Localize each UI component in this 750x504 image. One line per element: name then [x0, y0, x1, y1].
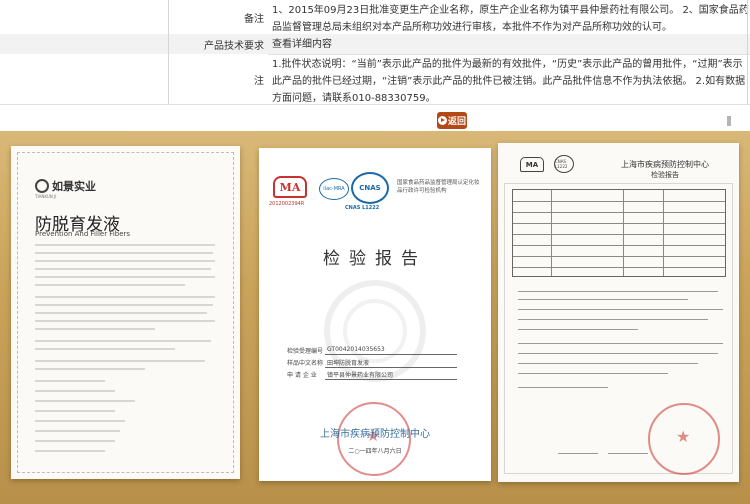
leaflet-subtitle: Prevention And Filler Fibers [35, 230, 131, 238]
text-line [35, 368, 145, 370]
table-border-right [747, 0, 748, 104]
text-line [35, 268, 211, 270]
text-line [518, 387, 608, 388]
back-button-label: 返回 [447, 117, 466, 127]
text-line [518, 329, 638, 330]
signature-line [558, 453, 598, 454]
ilac-mra-icon: ilac-MRA [319, 178, 349, 200]
brand-subname: TIANKUN JI [35, 194, 57, 199]
table-line [623, 190, 624, 276]
report-subtitle: 检验报告 [651, 171, 679, 179]
table-line [513, 212, 725, 213]
text-line [35, 348, 175, 350]
info-row-remarks: 备注 1、2015年09月23日批准变更生产企业名称，原生产企业名称为镇平县仲景… [0, 0, 750, 34]
field-label: 样品中文名称 [287, 360, 324, 367]
cnas-icon: CNAS L1222 [554, 155, 574, 173]
text-line [35, 244, 215, 246]
tech-requirements-link[interactable]: 查看详细内容 [268, 34, 750, 54]
text-line [35, 440, 115, 442]
accreditation-text: 国家食品药品监督管理局认定化妆品行政许可检验机构 [397, 180, 480, 194]
table-line [513, 267, 725, 268]
table-line [513, 245, 725, 246]
field-value: GT0042014035653 [325, 346, 457, 355]
text-line [35, 260, 215, 262]
text-line [35, 400, 135, 402]
official-seal-icon [648, 403, 720, 475]
text-line [35, 296, 215, 298]
report-title: 检验报告 [323, 249, 427, 269]
info-label-remarks: 备注 [0, 0, 268, 34]
scroll-marker [727, 116, 731, 126]
cnas-number: CNAS L1222 [345, 205, 380, 211]
back-button[interactable]: 返回 [437, 112, 467, 129]
info-value-note: 1.批件状态说明：“当前”表示此产品的批件为最新的有效批件，“历史”表示此产品的… [272, 59, 746, 104]
text-line [35, 340, 211, 342]
text-line [518, 319, 708, 320]
inspection-report-cover-image: MA 2012002394R ilac-MRA CNAS CNAS L1222 … [259, 148, 491, 481]
table-line [663, 190, 664, 276]
text-line [518, 343, 723, 344]
brand-mark-icon [35, 179, 49, 193]
text-line [518, 363, 698, 364]
info-row-note: 注 1.批件状态说明：“当前”表示此产品的批件为最新的有效批件，“历史”表示此产… [0, 54, 750, 104]
table-border-left [168, 0, 169, 104]
text-line [35, 320, 215, 322]
table-line [513, 256, 725, 257]
brand-name: 如景实业 [52, 180, 96, 193]
text-line [35, 360, 205, 362]
brand-logo: 如景实业 TIANKUN JI [35, 178, 96, 199]
text-line [35, 304, 213, 306]
text-line [35, 284, 185, 286]
back-arrow-icon [437, 116, 447, 125]
info-row-tech-requirements: 产品技术要求 查看详细内容 [0, 34, 750, 54]
row-divider [0, 104, 750, 105]
field-value: 田坤防脱育发液 [325, 358, 457, 368]
text-line [35, 450, 105, 452]
cnas-icon: CNAS [351, 172, 389, 204]
text-line [35, 276, 215, 278]
ma-number: 2012002394R [269, 201, 305, 207]
text-line [518, 353, 718, 354]
text-line [35, 390, 115, 392]
ma-certification-icon: MA [520, 157, 544, 172]
report-org-title: 上海市疾病预防控制中心 [621, 160, 709, 169]
info-label-tech-requirements: 产品技术要求 [0, 34, 268, 54]
text-line [35, 312, 207, 314]
report-field-accept-number: 检验受理编号 GT0042014035653 [287, 346, 457, 355]
signature-line [608, 453, 648, 454]
text-line [518, 299, 688, 300]
product-leaflet-image: 如景实业 TIANKUN JI 防脱育发液 Prevention And Fil… [11, 146, 240, 479]
report-field-sample-name: 样品中文名称 田坤防脱育发液 [287, 358, 457, 368]
text-line [35, 430, 120, 432]
text-line [518, 373, 668, 374]
ma-certification-icon: MA [273, 176, 307, 198]
report-issuer: 上海市疾病预防控制中心 [320, 429, 430, 440]
report-info-table [512, 189, 726, 277]
product-info-section: 备注 1、2015年09月23日批准变更生产企业名称，原生产企业名称为镇平县仲景… [0, 0, 750, 131]
inspection-report-detail-image: MA CNAS L1222 上海市疾病预防控制中心 检验报告 [498, 143, 739, 482]
table-line [551, 190, 552, 276]
table-line [513, 234, 725, 235]
text-line [35, 380, 105, 382]
text-line [35, 410, 115, 412]
text-line [518, 309, 723, 310]
info-value-remarks: 1、2015年09月23日批准变更生产企业名称，原生产企业名称为镇平县仲景药社有… [272, 5, 749, 33]
field-value: 镇平县仲景药业有限公司 [325, 370, 457, 380]
report-date: 二○一四年八月六日 [348, 448, 402, 455]
table-line [513, 201, 725, 202]
report-field-applicant: 申 请 企 业 镇平县仲景药业有限公司 [287, 370, 457, 380]
field-label: 检验受理编号 [287, 348, 324, 355]
text-line [518, 291, 718, 292]
text-line [35, 420, 125, 422]
field-label: 申 请 企 业 [287, 372, 317, 379]
info-label-note: 注 [0, 54, 268, 104]
text-line [35, 252, 213, 254]
text-line [35, 328, 155, 330]
table-line [513, 223, 725, 224]
